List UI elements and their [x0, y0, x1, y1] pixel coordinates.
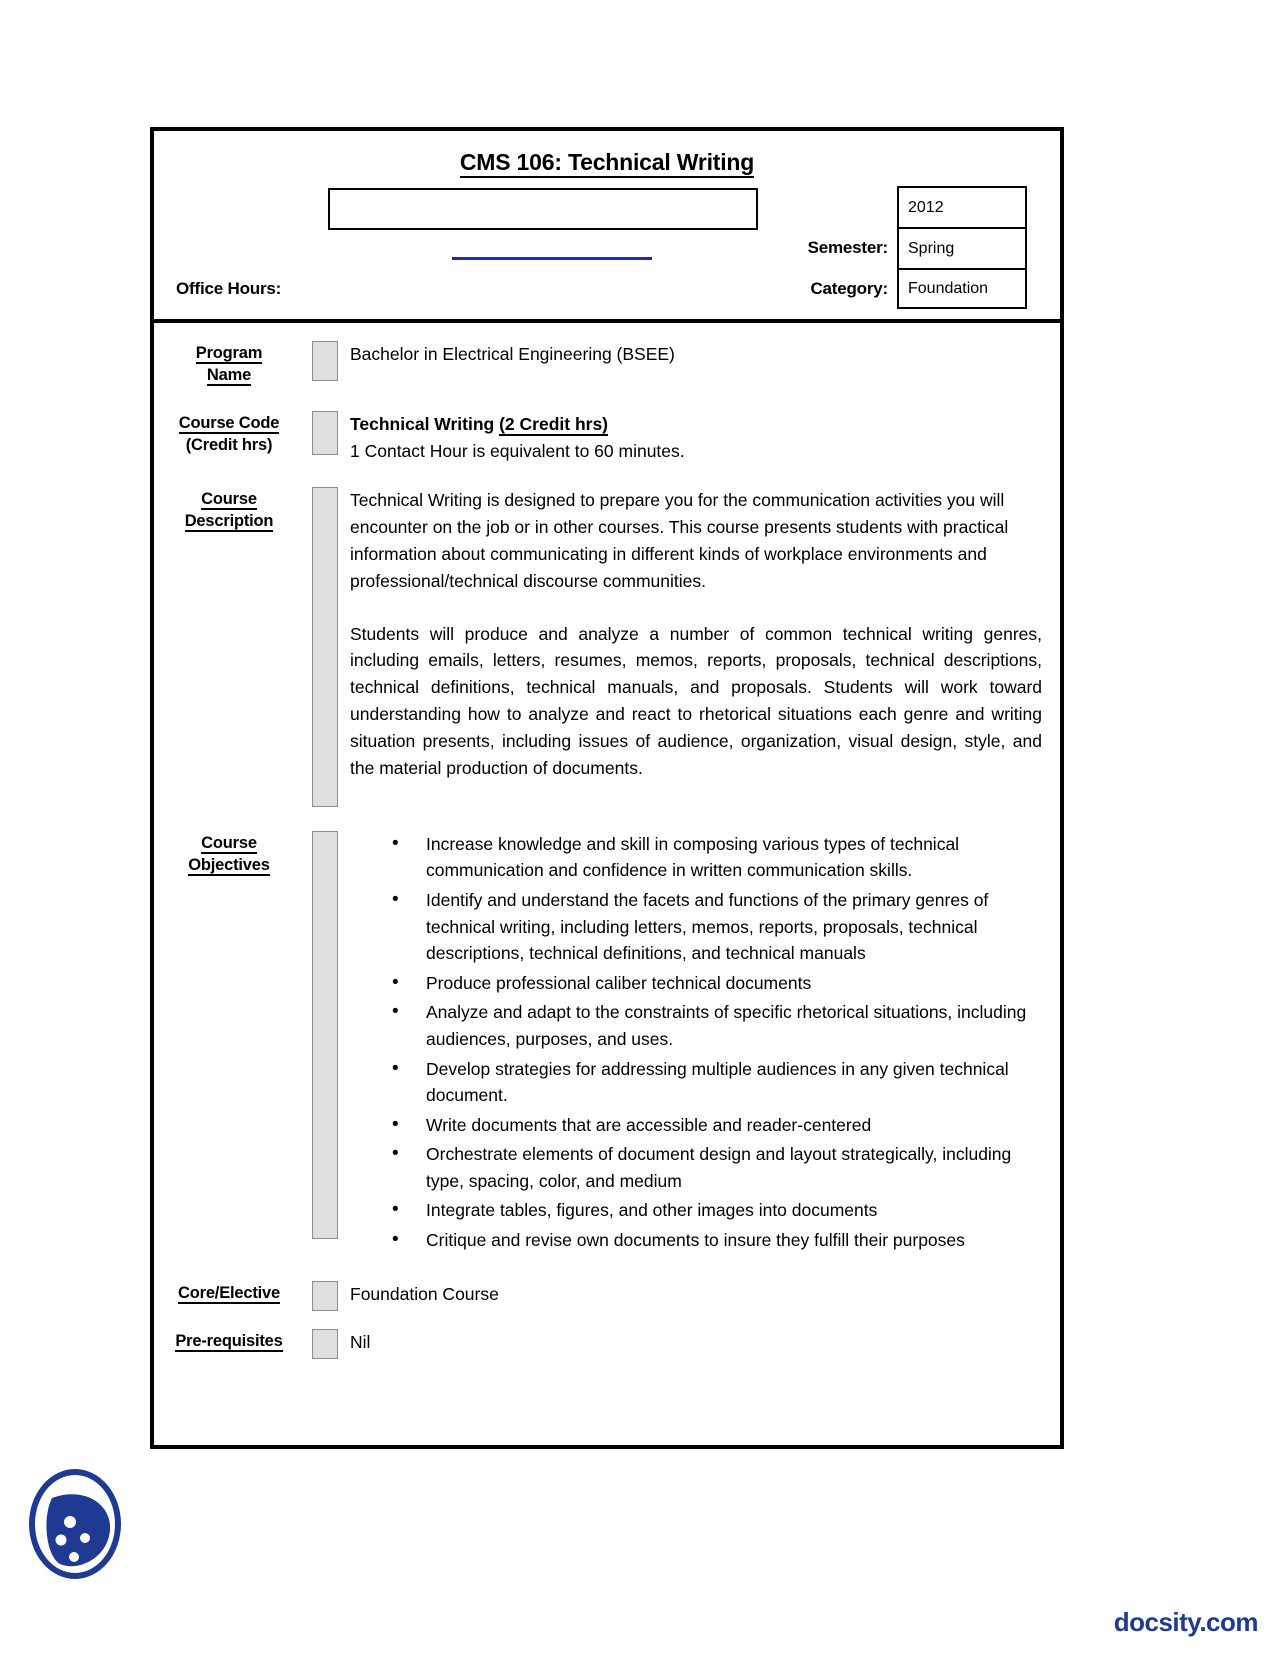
course-description-paragraph-2: Students will produce and analyze a numb… — [350, 623, 1042, 779]
course-objectives-label-line2: Objectives — [188, 856, 270, 877]
program-name-label-line1: Program — [195, 344, 262, 365]
core-elective-label: Core/Elective — [154, 1281, 304, 1305]
meta-row-year: 2012 — [897, 186, 1027, 227]
prerequisites-label: Pre-requisites — [154, 1329, 304, 1353]
list-item: Critique and revise own documents to ins… — [392, 1226, 1042, 1254]
course-description-label-line1: Course — [201, 490, 257, 511]
email-link-underline[interactable] — [452, 257, 652, 260]
row-prerequisites: Pre-requisites Nil — [154, 1328, 1060, 1359]
row-marker-box — [312, 1280, 338, 1311]
course-code-label: Course Code (Credit hrs) — [154, 411, 304, 457]
row-marker-box — [312, 486, 338, 807]
course-code-title-line: Technical Writing (2 Credit hrs) — [350, 411, 1042, 438]
course-objectives-content: Increase knowledge and skill in composin… — [350, 830, 1060, 1257]
course-code-label-line2: (Credit hrs) — [185, 435, 273, 454]
prerequisites-label-text: Pre-requisites — [175, 1332, 283, 1353]
list-item: Develop strategies for addressing multip… — [392, 1054, 1042, 1109]
course-description-content: Technical Writing is designed to prepare… — [350, 487, 1060, 782]
category-value[interactable]: Foundation — [897, 268, 1027, 309]
row-marker-box — [312, 830, 338, 1239]
row-marker-box — [312, 341, 338, 381]
course-objectives-label: Course Objectives — [154, 831, 304, 877]
program-name-label: Program Name — [154, 341, 304, 387]
course-description-label: Course Description — [154, 487, 304, 533]
page-title-text: CMS 106: Technical Writing — [459, 149, 754, 178]
category-label: Category: — [810, 279, 888, 298]
docsity-cookie-logo-icon — [26, 1468, 124, 1580]
list-item: Orchestrate elements of document design … — [392, 1140, 1042, 1194]
program-name-value: Bachelor in Electrical Engineering (BSEE… — [350, 344, 675, 364]
row-marker-box — [312, 410, 338, 455]
row-course-objectives: Course Objectives Increase knowledge and… — [154, 830, 1060, 1257]
core-elective-value: Foundation Course — [350, 1283, 499, 1304]
prerequisites-content: Nil — [350, 1329, 1060, 1356]
year-value[interactable]: 2012 — [897, 186, 1027, 227]
list-item: Integrate tables, figures, and other ima… — [392, 1196, 1042, 1224]
docsity-watermark[interactable]: docsity.com — [1114, 1607, 1259, 1638]
syllabus-page: CMS 106: Technical Writing Office Hours:… — [150, 127, 1064, 1449]
instructor-name-field[interactable] — [328, 188, 758, 230]
meta-row-semester: Semester: Spring — [808, 227, 1027, 268]
row-course-code: Course Code (Credit hrs) Technical Writi… — [154, 410, 1060, 465]
syllabus-body: Program Name Bachelor in Electrical Engi… — [154, 323, 1060, 1359]
page-title: CMS 106: Technical Writing — [154, 149, 1060, 178]
course-code-credits: (2 Credit hrs) — [499, 413, 608, 436]
syllabus-header: CMS 106: Technical Writing Office Hours:… — [154, 131, 1060, 323]
core-elective-label-text: Core/Elective — [178, 1284, 280, 1305]
list-item: Produce professional caliber technical d… — [392, 969, 1042, 997]
semester-value[interactable]: Spring — [897, 227, 1027, 268]
course-code-content: Technical Writing (2 Credit hrs) 1 Conta… — [350, 411, 1060, 465]
course-objectives-label-line1: Course — [201, 834, 257, 855]
course-objectives-list: Increase knowledge and skill in composin… — [350, 830, 1042, 1255]
program-name-content: Bachelor in Electrical Engineering (BSEE… — [350, 341, 1060, 368]
course-code-title: Technical Writing — [350, 413, 500, 434]
course-description-paragraph-1: Technical Writing is designed to prepare… — [350, 489, 1009, 591]
program-name-label-line2: Name — [206, 366, 251, 387]
row-marker-box — [312, 1328, 338, 1359]
row-program-name: Program Name Bachelor in Electrical Engi… — [154, 341, 1060, 387]
row-course-description: Course Description Technical Writing is … — [154, 486, 1060, 807]
list-item: Identify and understand the facets and f… — [392, 886, 1042, 967]
list-item: Analyze and adapt to the constraints of … — [392, 998, 1042, 1052]
course-description-label-line2: Description — [184, 512, 273, 533]
course-code-label-line1: Course Code — [178, 414, 279, 435]
office-hours-label: Office Hours: — [176, 279, 282, 298]
prerequisites-value: Nil — [350, 1331, 371, 1352]
meta-row-category: Category: Foundation — [810, 268, 1027, 309]
semester-label: Semester: — [807, 238, 889, 257]
row-core-elective: Core/Elective Foundation Course — [154, 1280, 1060, 1311]
list-item: Increase knowledge and skill in composin… — [392, 830, 1042, 884]
list-item: Write documents that are accessible and … — [392, 1111, 1042, 1139]
core-elective-content: Foundation Course — [350, 1281, 1060, 1308]
course-code-note: 1 Contact Hour is equivalent to 60 minut… — [350, 440, 685, 461]
header-meta-stack: 2012 Semester: Spring Category: Foundati… — [808, 186, 1027, 309]
